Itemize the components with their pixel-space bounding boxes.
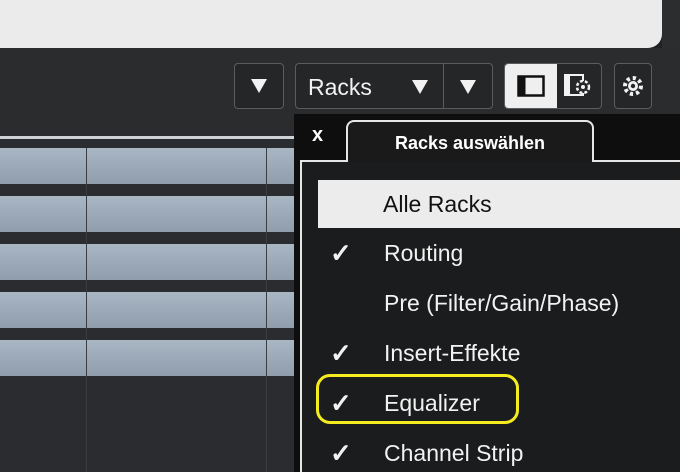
timeline-ruler[interactable]	[0, 136, 300, 139]
track-lane[interactable]	[0, 244, 300, 280]
menu-item-alle-racks[interactable]: Alle Racks	[318, 180, 680, 228]
settings-button[interactable]	[614, 63, 652, 109]
menu-item-routing[interactable]: ✓ Routing	[318, 230, 680, 276]
panel-toggle-group	[504, 63, 602, 109]
menu-item-label: Routing	[384, 240, 464, 266]
triangle-down-icon	[412, 80, 428, 94]
window-top-strip	[0, 0, 662, 48]
window-settings-button[interactable]	[557, 64, 599, 108]
divider	[443, 64, 444, 108]
equalizer-highlight	[316, 374, 519, 424]
tab-racks-auswaehlen[interactable]: Racks auswählen	[346, 120, 594, 162]
window-layout-icon	[517, 75, 545, 97]
window-layout-button[interactable]	[505, 64, 557, 108]
checkmark-icon: ✓	[330, 238, 352, 268]
grid-line	[266, 148, 267, 472]
menu-item-label: Alle Racks	[383, 191, 492, 217]
menu-item-pre[interactable]: Pre (Filter/Gain/Phase)	[318, 280, 680, 326]
menu-item-label: Pre (Filter/Gain/Phase)	[384, 290, 620, 316]
menu-item-channel-strip[interactable]: ✓ Channel Strip	[318, 430, 680, 472]
grid-line	[86, 148, 87, 472]
menu-item-label: Insert-Effekte	[384, 340, 521, 366]
track-lane[interactable]	[0, 340, 300, 376]
app-window: Racks x Racks auswählen Alle Racks ✓ Rou…	[0, 0, 680, 472]
track-lane[interactable]	[0, 196, 300, 232]
dropdown-button[interactable]	[234, 63, 284, 109]
track-lane[interactable]	[0, 292, 300, 328]
checkmark-icon: ✓	[330, 338, 352, 368]
track-lane[interactable]	[0, 148, 300, 184]
checkmark-icon: ✓	[330, 438, 352, 468]
gear-icon	[623, 76, 643, 96]
racks-dropdown-label: Racks	[308, 74, 372, 100]
menu-item-label: Channel Strip	[384, 440, 524, 466]
menu-item-insert-effekte[interactable]: ✓ Insert-Effekte	[318, 330, 680, 376]
racks-menu-triangle-icon[interactable]	[460, 80, 476, 94]
triangle-down-icon	[251, 79, 267, 93]
close-button[interactable]: x	[312, 124, 323, 147]
window-gear-icon	[564, 74, 591, 96]
racks-dropdown[interactable]: Racks	[295, 63, 493, 109]
